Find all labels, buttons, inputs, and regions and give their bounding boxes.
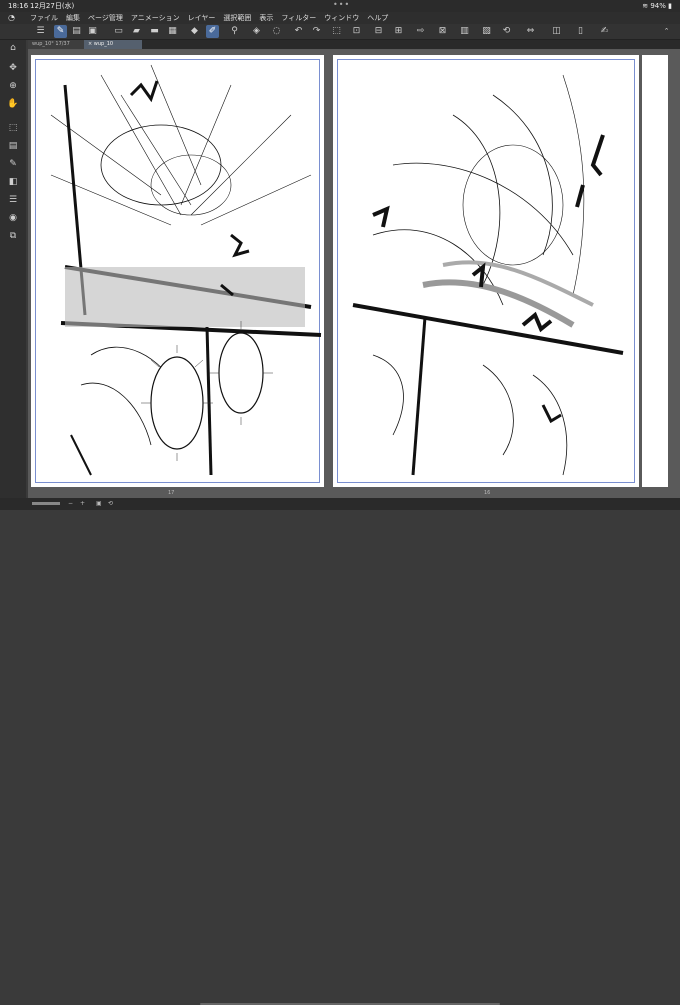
pen-tool-icon[interactable]: ✎ — [54, 25, 67, 38]
menu-icon[interactable]: ☰ — [34, 25, 47, 38]
stack-icon[interactable]: ⧉ — [7, 230, 19, 242]
status-right: ≋ 94% ▮ — [642, 0, 672, 12]
pen-icon[interactable]: ✎ — [7, 158, 19, 170]
ruler-icon[interactable]: ⇨ — [414, 25, 427, 38]
menu-page[interactable]: ページ管理 — [88, 12, 123, 24]
rotate-view-icon[interactable]: ⟲ — [108, 500, 113, 507]
app-logo-icon[interactable]: ◔ — [8, 12, 18, 24]
menu-animation[interactable]: アニメーション — [131, 12, 180, 24]
tool-sidebar: ⌂ ✥ ⊕ ✋ ⬚ ▤ ✎ ◧ ☰ ◉ ⧉ — [0, 40, 26, 500]
grid-icon[interactable]: ▥ — [458, 25, 471, 38]
flip-icon[interactable]: ⇔ — [524, 25, 537, 38]
snap-icon[interactable]: ▧ — [480, 25, 493, 38]
menu-filter[interactable]: フィルター — [281, 12, 316, 24]
undo-icon[interactable]: ↶ — [292, 25, 305, 38]
menu-edit[interactable]: 編集 — [66, 12, 80, 24]
color-icon[interactable]: ◉ — [7, 212, 19, 224]
tab-document-2[interactable]: × wup_10 — [84, 40, 142, 49]
layer-icon[interactable]: ▤ — [7, 140, 19, 152]
multitask-dots-icon[interactable]: ••• — [333, 0, 350, 11]
page-number-right: 16 — [484, 490, 491, 496]
transform-icon[interactable]: ⬚ — [330, 25, 343, 38]
menu-window[interactable]: ウィンドウ — [324, 12, 359, 24]
bottom-bar: − + ▣ ⟲ — [0, 498, 680, 1005]
menu-layer[interactable]: レイヤー — [188, 12, 216, 24]
toolbar: ☰ ✎ ▤ ▣ ▭ ▰ ▬ ▦ ◆ ✐ ⚲ ◈ ◌ ↶ ↷ ⬚ ⊡ ⊟ ⊞ ⇨ … — [0, 24, 680, 40]
wifi-icon: ≋ — [642, 2, 649, 10]
move-icon[interactable]: ✥ — [7, 62, 19, 74]
page-number-left: 17 — [168, 490, 175, 496]
collapse-icon[interactable]: ⌃ — [660, 25, 673, 38]
crop-icon[interactable]: ⊠ — [436, 25, 449, 38]
device-icon[interactable]: ▯ — [574, 25, 587, 38]
fit-icon[interactable]: ▣ — [96, 500, 102, 507]
home-icon[interactable]: ⌂ — [7, 42, 19, 54]
zoom-slider[interactable] — [32, 502, 60, 505]
battery-level: 94% — [650, 2, 666, 10]
battery-icon: ▮ — [668, 2, 672, 10]
hand-icon[interactable]: ✋ — [7, 98, 19, 110]
zoom-out-icon[interactable]: − — [68, 500, 73, 507]
zoom-in-icon[interactable]: + — [80, 500, 85, 507]
status-date: 12月27日(水) — [30, 2, 75, 10]
edit-icon[interactable]: ✍ — [598, 25, 611, 38]
figure-icon[interactable]: ◧ — [7, 176, 19, 188]
eyedropper-icon[interactable]: ⚲ — [228, 25, 241, 38]
redo-icon[interactable]: ↷ — [310, 25, 323, 38]
eraser-icon[interactable]: ◆ — [188, 25, 201, 38]
open-icon[interactable]: ▰ — [130, 25, 143, 38]
invert-selection-icon[interactable]: ⊞ — [392, 25, 405, 38]
deselect-icon[interactable]: ⊟ — [372, 25, 385, 38]
select-icon[interactable]: ⬚ — [7, 122, 19, 134]
fill-icon[interactable]: ◈ — [250, 25, 263, 38]
menu-file[interactable]: ファイル — [30, 12, 58, 24]
export-icon[interactable]: ▦ — [166, 25, 179, 38]
manga-page-left[interactable] — [31, 55, 324, 487]
layers-icon[interactable]: ▤ — [70, 25, 83, 38]
menu-selection[interactable]: 選択範囲 — [223, 12, 251, 24]
save-icon[interactable]: ▬ — [148, 25, 161, 38]
list-icon[interactable]: ☰ — [7, 194, 19, 206]
window-icon[interactable]: ◫ — [550, 25, 563, 38]
status-bar: 18:16 12月27日(水) ••• ≋ 94% ▮ — [0, 0, 680, 12]
status-time: 18:16 — [8, 2, 29, 10]
rotate-icon[interactable]: ⟲ — [500, 25, 513, 38]
document-tabs: wup_10° 17/37 × wup_10 — [28, 40, 680, 49]
clear-icon[interactable]: ⊡ — [350, 25, 363, 38]
menu-bar: ◔ ファイル 編集 ページ管理 アニメーション レイヤー 選択範囲 表示 フィル… — [0, 12, 680, 24]
manga-art-right — [352, 74, 624, 476]
manga-page-right[interactable] — [333, 55, 639, 487]
menu-help[interactable]: ヘルプ — [367, 12, 388, 24]
manga-art-left — [50, 64, 322, 476]
zoom-icon[interactable]: ⊕ — [7, 80, 19, 92]
lasso-icon[interactable]: ◌ — [270, 25, 283, 38]
material-icon[interactable]: ▣ — [86, 25, 99, 38]
menu-view[interactable]: 表示 — [259, 12, 273, 24]
brush-icon[interactable]: ✐ — [206, 25, 219, 38]
manga-page-next[interactable] — [642, 55, 668, 487]
new-file-icon[interactable]: ▭ — [112, 25, 125, 38]
